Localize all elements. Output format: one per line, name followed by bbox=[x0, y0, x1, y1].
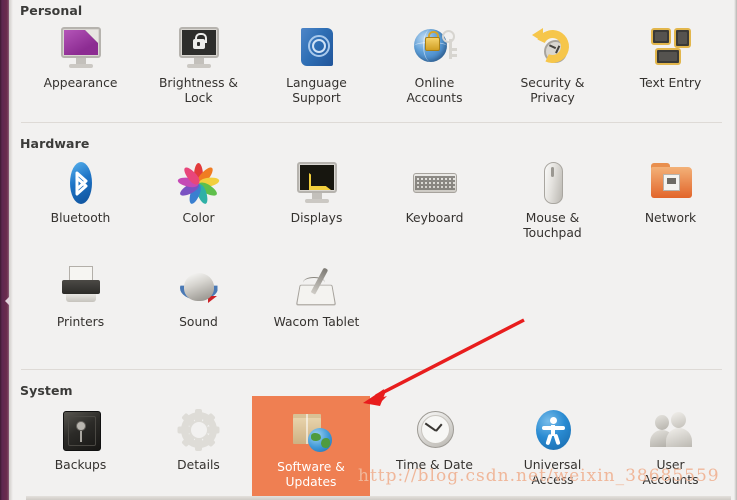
time-date-icon bbox=[411, 406, 459, 454]
settings-item-online-accounts[interactable]: Online Accounts bbox=[377, 18, 492, 110]
settings-item-printers[interactable]: Printers bbox=[23, 257, 138, 349]
keyboard-icon bbox=[411, 159, 459, 207]
section-title-personal: Personal bbox=[20, 3, 83, 18]
settings-item-label: Time & Date bbox=[396, 458, 473, 472]
settings-item-label: Universal Access bbox=[523, 458, 582, 487]
security-privacy-icon bbox=[529, 24, 577, 72]
bluetooth-icon bbox=[57, 159, 105, 207]
section-hardware: Hardware Bluetooth Color Displays Keyboa… bbox=[13, 131, 734, 361]
unity-launcher-edge[interactable] bbox=[0, 0, 9, 500]
text-entry-icon bbox=[647, 24, 695, 72]
appearance-icon bbox=[57, 24, 105, 72]
settings-item-software-updates[interactable]: Software & Updates bbox=[252, 396, 370, 500]
settings-item-security-privacy[interactable]: Security & Privacy bbox=[495, 18, 610, 110]
settings-item-label: Language Support bbox=[286, 76, 347, 105]
settings-item-user-accounts[interactable]: User Accounts bbox=[613, 400, 728, 492]
settings-item-label: Brightness & Lock bbox=[159, 76, 238, 105]
backups-icon bbox=[57, 406, 105, 454]
settings-item-label: Bluetooth bbox=[50, 211, 111, 225]
section-divider-system bbox=[21, 369, 722, 370]
settings-item-details[interactable]: Details bbox=[141, 400, 256, 492]
printers-icon bbox=[57, 263, 105, 311]
settings-item-keyboard[interactable]: Keyboard bbox=[377, 153, 492, 245]
section-divider-hardware bbox=[21, 122, 722, 123]
settings-item-label: Wacom Tablet bbox=[273, 315, 360, 329]
window-bottom-edge bbox=[26, 496, 731, 500]
settings-item-label: Appearance bbox=[43, 76, 118, 90]
launcher-reveal-arrow-icon bbox=[5, 296, 10, 306]
settings-item-language-support[interactable]: Language Support bbox=[259, 18, 374, 110]
section-personal: Personal Appearance Brightness & Lock La… bbox=[13, 0, 734, 118]
color-icon bbox=[175, 159, 223, 207]
settings-item-time-date[interactable]: Time & Date bbox=[377, 400, 492, 492]
settings-item-sound[interactable]: Sound bbox=[141, 257, 256, 349]
displays-icon bbox=[293, 159, 341, 207]
settings-item-label: Software & Updates bbox=[277, 460, 345, 489]
section-title-system: System bbox=[20, 383, 73, 398]
settings-item-label: Security & Privacy bbox=[520, 76, 585, 105]
settings-content: Personal Appearance Brightness & Lock La… bbox=[13, 0, 734, 500]
settings-item-label: Sound bbox=[179, 315, 218, 329]
sound-icon bbox=[175, 263, 223, 311]
language-support-icon bbox=[293, 24, 341, 72]
settings-item-displays[interactable]: Displays bbox=[259, 153, 374, 245]
details-icon bbox=[175, 406, 223, 454]
settings-item-label: Text Entry bbox=[639, 76, 702, 90]
section-title-hardware: Hardware bbox=[20, 136, 90, 151]
settings-item-label: Online Accounts bbox=[406, 76, 463, 105]
settings-item-universal-access[interactable]: Universal Access bbox=[495, 400, 610, 492]
mouse-touchpad-icon bbox=[529, 159, 577, 207]
settings-item-label: Keyboard bbox=[405, 211, 464, 225]
settings-item-bluetooth[interactable]: Bluetooth bbox=[23, 153, 138, 245]
user-accounts-icon bbox=[647, 406, 695, 454]
software-updates-icon bbox=[287, 408, 335, 456]
system-settings-window: Personal Appearance Brightness & Lock La… bbox=[0, 0, 737, 500]
settings-item-text-entry[interactable]: Text Entry bbox=[613, 18, 728, 110]
settings-item-label: Network bbox=[644, 211, 697, 225]
settings-item-wacom-tablet[interactable]: Wacom Tablet bbox=[259, 257, 374, 349]
settings-item-label: Backups bbox=[54, 458, 107, 472]
settings-item-label: Displays bbox=[290, 211, 343, 225]
settings-item-label: User Accounts bbox=[642, 458, 699, 487]
settings-item-color[interactable]: Color bbox=[141, 153, 256, 245]
settings-item-label: Color bbox=[182, 211, 215, 225]
settings-item-appearance[interactable]: Appearance bbox=[23, 18, 138, 110]
settings-item-brightness-lock[interactable]: Brightness & Lock bbox=[141, 18, 256, 110]
settings-item-label: Details bbox=[177, 458, 220, 472]
settings-item-backups[interactable]: Backups bbox=[23, 400, 138, 492]
network-icon bbox=[647, 159, 695, 207]
online-accounts-icon bbox=[411, 24, 459, 72]
settings-item-label: Mouse & Touchpad bbox=[523, 211, 582, 240]
universal-access-icon bbox=[529, 406, 577, 454]
settings-item-network[interactable]: Network bbox=[613, 153, 728, 245]
wacom-tablet-icon bbox=[293, 263, 341, 311]
brightness-lock-icon bbox=[175, 24, 223, 72]
section-system: System Backups Details Software & Update… bbox=[13, 378, 734, 500]
settings-item-label: Printers bbox=[56, 315, 105, 329]
settings-item-mouse-touchpad[interactable]: Mouse & Touchpad bbox=[495, 153, 610, 245]
